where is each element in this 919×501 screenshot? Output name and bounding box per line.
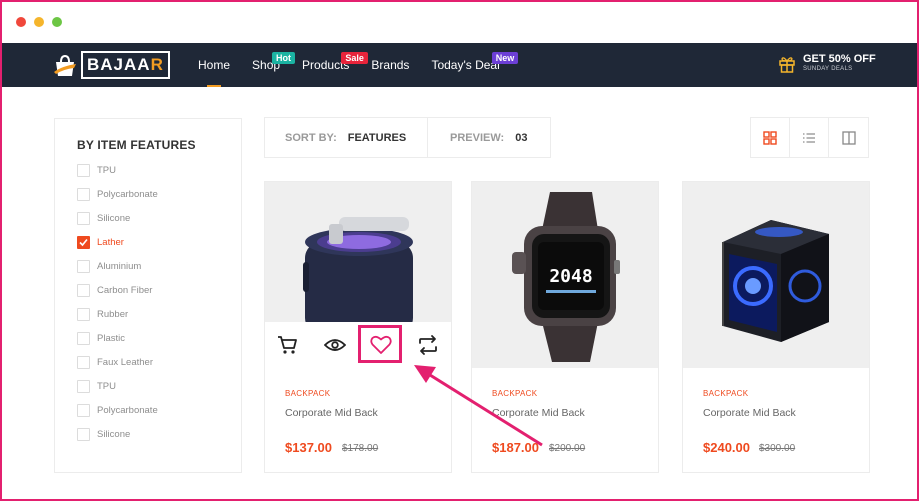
- checkbox[interactable]: [77, 380, 90, 393]
- close-dot[interactable]: [16, 17, 26, 27]
- list-view-icon: [803, 132, 815, 143]
- wishlist-button[interactable]: [358, 322, 405, 368]
- grid-view-button[interactable]: [751, 118, 790, 157]
- preview-label: PREVIEW:: [450, 131, 505, 144]
- checkbox[interactable]: [77, 428, 90, 441]
- column-view-button[interactable]: [829, 118, 868, 157]
- feature-label: TPU: [97, 165, 116, 176]
- feature-filter-item[interactable]: TPU: [77, 164, 116, 177]
- product-image[interactable]: [265, 182, 451, 368]
- product-category: BACKPACK: [285, 389, 331, 398]
- new-badge: New: [491, 52, 519, 64]
- checkbox[interactable]: [77, 260, 90, 273]
- hot-badge: Hot: [272, 52, 296, 64]
- logo-text: BAJAAR: [81, 51, 170, 79]
- checkbox[interactable]: [77, 332, 90, 345]
- product-image[interactable]: 2048: [472, 182, 658, 368]
- product-name[interactable]: Corporate Mid Back: [285, 407, 378, 419]
- highlight-box: [358, 325, 402, 363]
- feature-label: Faux Leather: [97, 357, 153, 368]
- logo[interactable]: BAJAAR: [52, 51, 170, 79]
- top-navigation: BAJAAR Home Shop Hot Products Sale Brands …: [2, 43, 917, 87]
- list-view-button[interactable]: [790, 118, 829, 157]
- check-icon: [79, 238, 88, 247]
- menu-item-products[interactable]: Products Sale: [302, 43, 368, 87]
- feature-filter-item[interactable]: Faux Leather: [77, 356, 153, 369]
- filter-sidebar: BY ITEM FEATURES TPU Polycarbonate Silicon…: [54, 118, 242, 473]
- feature-filter-item[interactable]: Carbon Fiber: [77, 284, 152, 297]
- maximize-dot[interactable]: [52, 17, 62, 27]
- product-price: $137.00: [285, 440, 332, 455]
- menu-item-todays-deal[interactable]: Today's Deal New: [431, 43, 519, 87]
- promo-title: GET 50% OFF: [803, 53, 876, 65]
- product-old-price: $200.00: [549, 443, 586, 454]
- minimize-dot[interactable]: [34, 17, 44, 27]
- feature-filter-item[interactable]: TPU: [77, 380, 116, 393]
- promo-subtitle: SUNDAY DEALS: [803, 66, 853, 72]
- menu-item-brands[interactable]: Brands: [371, 43, 409, 87]
- product-category: BACKPACK: [703, 389, 749, 398]
- add-to-cart-button[interactable]: [265, 322, 312, 368]
- window-controls: [16, 17, 62, 27]
- checkbox[interactable]: [77, 356, 90, 369]
- preview-value: 03: [515, 131, 528, 144]
- browser-window: BAJAAR Home Shop Hot Products Sale Brands …: [0, 0, 919, 501]
- product-old-price: $300.00: [759, 443, 796, 454]
- feature-label: Carbon Fiber: [97, 285, 153, 296]
- product-price: $240.00: [703, 440, 750, 455]
- sort-bar: SORT BY: FEATURES PREVIEW: 03: [264, 117, 551, 158]
- feature-filter-item[interactable]: Aluminium: [77, 260, 141, 273]
- feature-label: Silicone: [97, 429, 131, 440]
- shopping-bag-icon: [54, 54, 76, 76]
- preview-dropdown[interactable]: PREVIEW: 03: [428, 118, 527, 157]
- sale-badge: Sale: [341, 52, 368, 64]
- watch-time: 2048: [549, 266, 592, 287]
- product-card[interactable]: BACKPACK Corporate Mid Back $240.00 $300…: [682, 181, 870, 473]
- feature-filter-item[interactable]: Rubber: [77, 308, 128, 321]
- feature-label: TPU: [97, 381, 116, 392]
- column-view-icon: [841, 130, 856, 145]
- gift-icon: [779, 56, 795, 73]
- checkbox[interactable]: [77, 188, 90, 201]
- menu-item-home[interactable]: Home: [198, 43, 230, 87]
- feature-filter-item[interactable]: Silicone: [77, 212, 130, 225]
- feature-label: Polycarbonate: [97, 405, 158, 416]
- smartwatch-image: 2048: [512, 192, 620, 362]
- feature-filter-item[interactable]: Plastic: [77, 332, 125, 345]
- view-switcher: [750, 117, 869, 158]
- feature-filter-item[interactable]: Polycarbonate: [77, 404, 158, 417]
- feature-label: Plastic: [97, 333, 125, 344]
- checkbox[interactable]: [77, 404, 90, 417]
- product-old-price: $178.00: [342, 443, 379, 454]
- sort-by-label: SORT BY:: [285, 131, 337, 144]
- feature-label: Silicone: [97, 213, 131, 224]
- compare-icon: [418, 335, 437, 355]
- sort-by-dropdown[interactable]: SORT BY: FEATURES: [265, 118, 428, 157]
- quick-view-button[interactable]: [312, 322, 359, 368]
- checkbox[interactable]: [77, 236, 90, 249]
- pc-case-image: [722, 220, 829, 342]
- feature-filter-item[interactable]: Silicone: [77, 428, 130, 441]
- feature-label: Polycarbonate: [97, 189, 158, 200]
- feature-label: Aluminium: [97, 261, 142, 272]
- product-name[interactable]: Corporate Mid Back: [703, 407, 796, 419]
- product-image[interactable]: [683, 182, 869, 368]
- annotation-arrow: [414, 365, 543, 447]
- checkbox[interactable]: [77, 164, 90, 177]
- checkbox[interactable]: [77, 308, 90, 321]
- filter-title: BY ITEM FEATURES: [77, 138, 196, 152]
- menu-item-shop[interactable]: Shop Hot: [252, 43, 296, 87]
- main-menu: Home Shop Hot Products Sale Brands Today's…: [198, 43, 522, 87]
- checkbox[interactable]: [77, 212, 90, 225]
- promo-banner[interactable]: GET 50% OFF SUNDAY DEALS: [778, 53, 876, 74]
- feature-filter-item[interactable]: Polycarbonate: [77, 188, 158, 201]
- feature-label: Rubber: [97, 309, 129, 320]
- eye-icon: [323, 339, 346, 351]
- feature-label: Lather: [97, 237, 124, 248]
- grid-view-icon: [763, 130, 777, 145]
- checkbox[interactable]: [77, 284, 90, 297]
- cart-icon: [278, 336, 298, 354]
- feature-filter-item[interactable]: Lather: [77, 236, 124, 249]
- sort-by-value: FEATURES: [347, 131, 407, 144]
